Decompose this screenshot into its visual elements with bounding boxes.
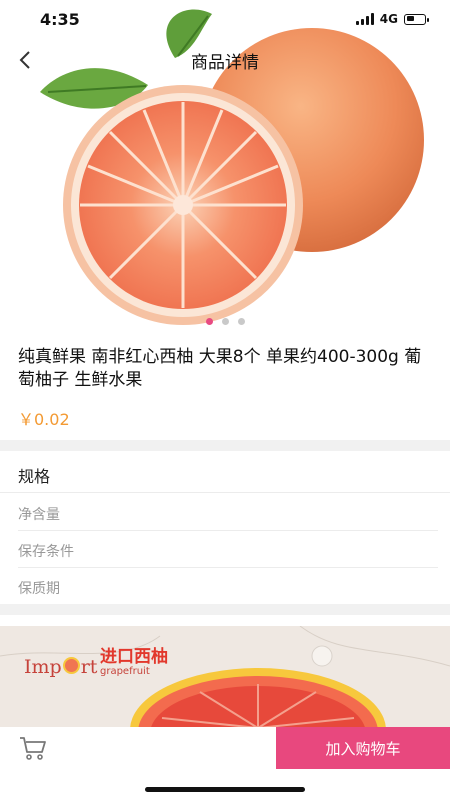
spec-row-net-weight: 净含量	[18, 507, 60, 523]
status-time: 4:35	[40, 10, 80, 29]
nav-bar: 商品详情	[0, 40, 450, 80]
cart-icon[interactable]	[18, 735, 48, 761]
status-bar: 4:35 4G	[0, 0, 450, 40]
divider	[18, 567, 438, 568]
home-indicator	[145, 787, 305, 792]
carousel-dot-3[interactable]	[237, 318, 245, 325]
divider	[0, 492, 450, 493]
orange-o-icon	[62, 657, 80, 674]
battery-icon	[404, 13, 429, 25]
section-divider	[0, 604, 450, 615]
network-type: 4G	[379, 12, 398, 26]
banner-import-text: Imp rt	[24, 656, 97, 678]
banner-subtitle: grapefruit	[100, 666, 150, 677]
carousel-dot-2[interactable]	[221, 318, 229, 325]
spec-row-shelf-life: 保质期	[18, 581, 60, 597]
carousel-indicator	[0, 318, 450, 325]
page-title: 商品详情	[191, 53, 259, 73]
detail-image-banner: Imp rt 进口西柚 grapefruit	[0, 626, 450, 728]
signal-icon	[355, 13, 374, 25]
banner-title: 进口西柚	[100, 647, 168, 667]
divider	[18, 530, 438, 531]
product-price: ￥0.02	[18, 410, 70, 429]
banner-import-text-start: Imp	[24, 656, 62, 678]
bottom-action-bar: 加入购物车	[0, 727, 450, 769]
product-title: 纯真鲜果 南非红心西柚 大果8个 单果约400-300g 葡萄柚子 生鲜水果	[18, 347, 422, 390]
add-to-cart-button[interactable]: 加入购物车	[276, 727, 450, 769]
banner-import-text-end: rt	[80, 656, 98, 678]
section-divider	[0, 440, 450, 451]
status-icons: 4G	[355, 12, 429, 26]
spec-header: 规格	[18, 467, 51, 486]
spec-row-storage: 保存条件	[18, 544, 74, 560]
carousel-dot-1[interactable]	[205, 318, 213, 325]
